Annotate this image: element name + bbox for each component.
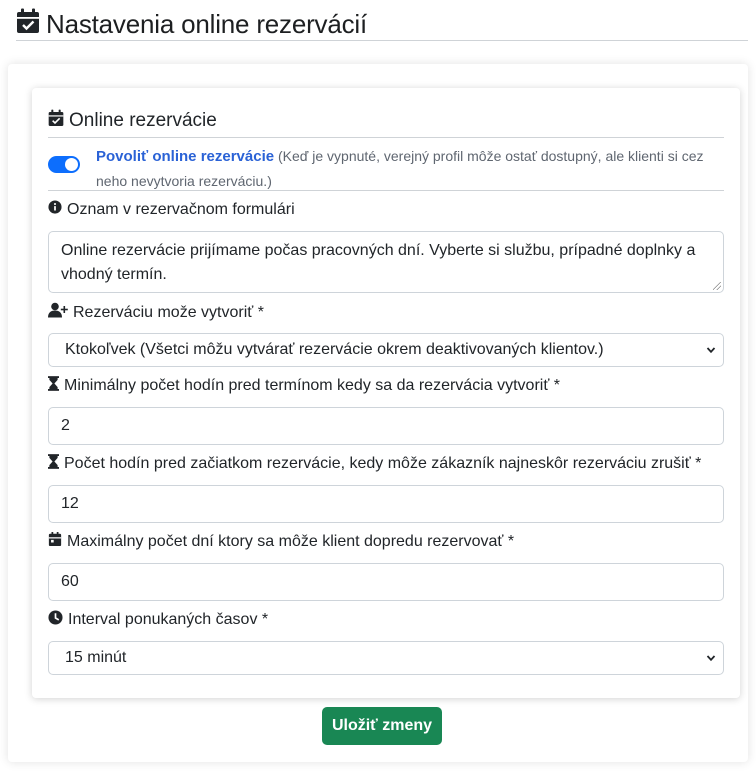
clock-icon <box>48 610 63 630</box>
toggle-label-strong[interactable]: Povoliť online rezervácie <box>96 148 274 165</box>
save-button[interactable]: Uložiť zmeny <box>322 707 442 745</box>
interval-select[interactable]: 15 minút <box>48 641 724 675</box>
max-days-input[interactable]: 60 <box>48 563 724 601</box>
info-circle-icon <box>48 200 62 219</box>
min-hours-input[interactable]: 2 <box>48 407 724 445</box>
hourglass-icon <box>48 376 59 396</box>
toggle-label: Povoliť online rezervácie (Keď je vypnut… <box>96 144 724 193</box>
max-days-value: 60 <box>61 573 79 590</box>
min-hours-label: Minimálny počet hodín pred termínom kedy… <box>48 376 560 396</box>
who-can-book-select[interactable]: Ktokoľvek (Všetci môžu vytvárať rezervác… <box>48 333 724 367</box>
max-days-label: Maximálny počet dní ktory sa môže klient… <box>48 532 514 551</box>
chevron-down-icon <box>706 347 716 354</box>
page-title-text: Nastavenia online rezervácií <box>46 8 368 39</box>
enable-online-booking-switch[interactable] <box>48 156 80 173</box>
calendar-check-icon <box>48 109 64 133</box>
page-title: Nastavenia online rezervácií <box>16 8 748 41</box>
calendar-icon <box>48 532 62 551</box>
hourglass-icon <box>48 454 59 474</box>
who-can-book-label-text: Rezerváciu može vytvoriť * <box>73 303 264 321</box>
enable-online-booking-row: Povoliť online rezervácie (Keď je vypnut… <box>48 140 724 191</box>
interval-label-text: Interval ponukaných časov * <box>68 611 269 628</box>
who-can-book-label: Rezerváciu može vytvoriť * <box>48 302 264 323</box>
section-title-text: Online rezervácie <box>69 109 217 131</box>
cancel-hours-label: Počet hodín pred začiatkom rezervácie, k… <box>48 454 701 474</box>
min-hours-value: 2 <box>61 417 70 434</box>
max-days-label-text: Maximálny počet dní ktory sa môže klient… <box>67 532 515 550</box>
section-title: Online rezervácie <box>48 104 724 138</box>
notice-label-text: Oznam v rezervačnom formulári <box>67 200 295 218</box>
user-plus-icon <box>48 302 68 323</box>
calendar-check-icon <box>16 8 40 41</box>
cancel-hours-label-text: Počet hodín pred začiatkom rezervácie, k… <box>64 455 702 472</box>
who-can-book-selected: Ktokoľvek (Všetci môžu vytvárať rezervác… <box>65 341 604 358</box>
switch-knob <box>65 158 78 171</box>
chevron-down-icon <box>706 655 716 662</box>
notice-textarea[interactable]: Online rezervácie prijímame počas pracov… <box>48 231 724 293</box>
notice-textarea-value: Online rezervácie prijímame počas pracov… <box>61 242 696 283</box>
cancel-hours-input[interactable]: 12 <box>48 485 724 523</box>
resize-handle[interactable] <box>713 282 721 290</box>
interval-selected: 15 minút <box>65 649 127 666</box>
notice-label: Oznam v rezervačnom formulári <box>48 200 295 219</box>
interval-label: Interval ponukaných časov * <box>48 610 268 630</box>
min-hours-label-text: Minimálny počet hodín pred termínom kedy… <box>64 377 560 394</box>
cancel-hours-value: 12 <box>61 495 79 512</box>
